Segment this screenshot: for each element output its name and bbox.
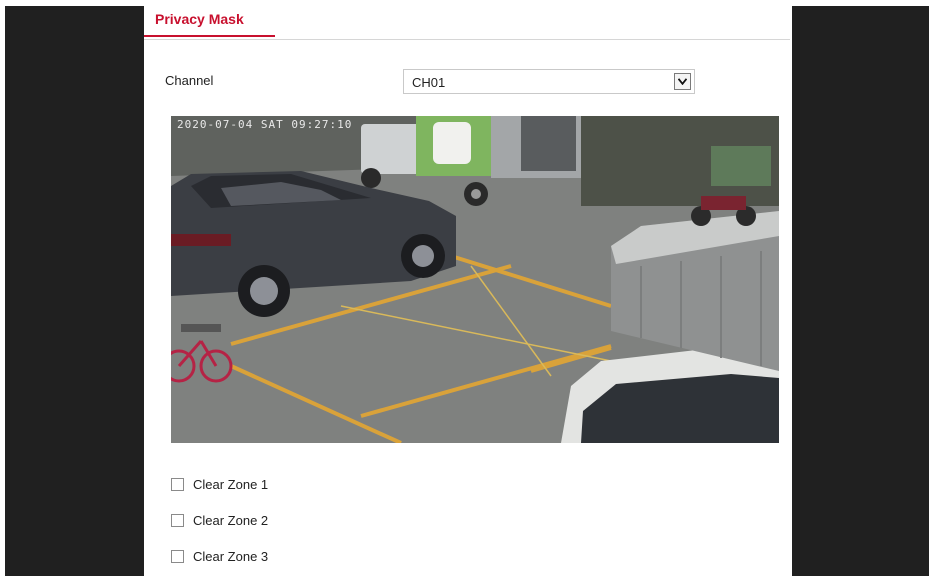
tab-privacy-mask[interactable]: Privacy Mask: [144, 6, 275, 37]
chevron-down-icon[interactable]: [674, 73, 691, 90]
channel-select[interactable]: CH01: [403, 69, 695, 94]
clear-zone-2-checkbox[interactable]: [171, 514, 184, 527]
left-dark-margin: [5, 6, 144, 576]
video-timestamp-overlay: 2020-07-04 SAT 09:27:10: [177, 118, 353, 131]
clear-zone-1-label: Clear Zone 1: [193, 477, 269, 492]
camera-preview[interactable]: 2020-07-04 SAT 09:27:10: [171, 116, 779, 443]
channel-select-value: CH01: [412, 75, 446, 90]
channel-label: Channel: [165, 73, 214, 88]
clear-zone-1-checkbox[interactable]: [171, 478, 184, 491]
camera-scene-image: [171, 116, 779, 443]
clear-zone-2-label: Clear Zone 2: [193, 513, 269, 528]
right-dark-margin: [792, 6, 929, 576]
tab-bar: Privacy Mask: [144, 6, 790, 40]
clear-zone-3-checkbox[interactable]: [171, 550, 184, 563]
privacy-mask-panel: Privacy Mask Channel CH01 2020-07-04 SAT…: [144, 6, 792, 576]
clear-zone-3-label: Clear Zone 3: [193, 549, 269, 564]
